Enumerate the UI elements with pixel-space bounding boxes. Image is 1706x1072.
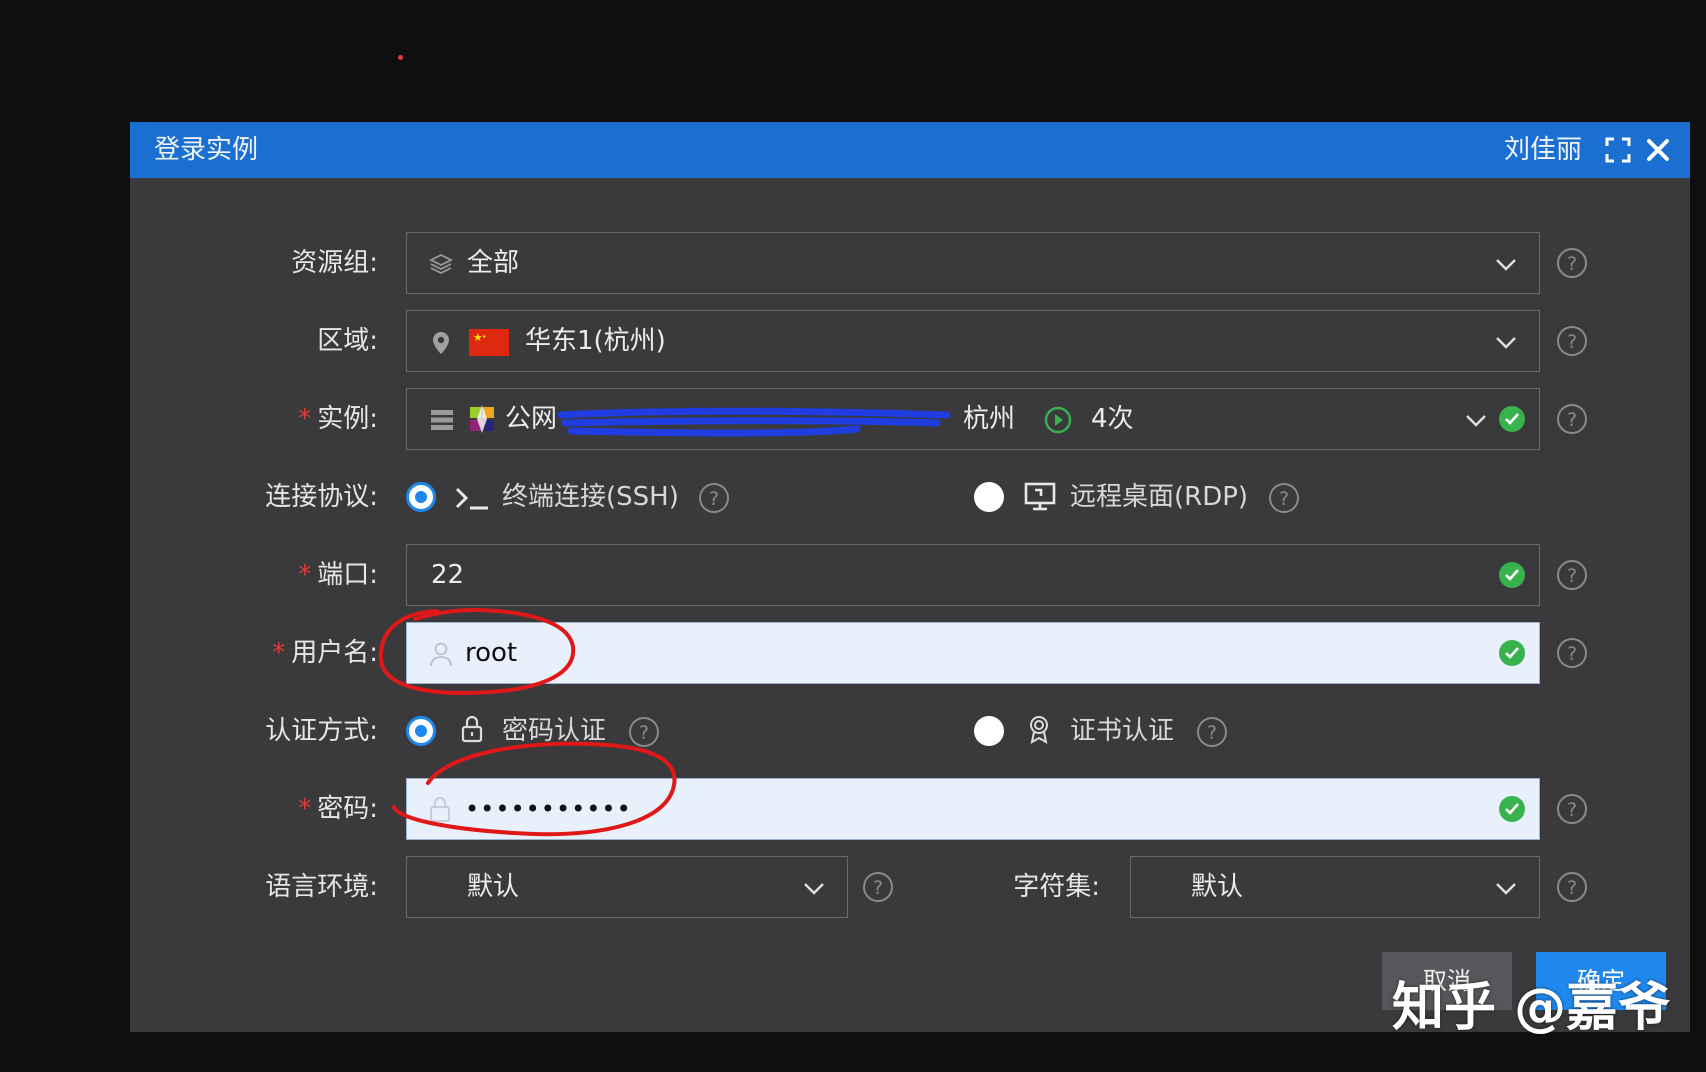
chevron-down-icon: [804, 883, 824, 895]
chevron-down-icon: [1466, 415, 1486, 427]
terminal-icon: [455, 487, 488, 510]
chevron-down-icon: [1496, 337, 1516, 349]
svg-text:?: ?: [1567, 331, 1577, 353]
port-label: * 端口:: [298, 560, 378, 590]
help-icon[interactable]: ?: [1556, 793, 1588, 825]
charset-select[interactable]: 默认: [1130, 856, 1540, 918]
ssh-radio[interactable]: [406, 482, 436, 512]
instance-select[interactable]: 公网 杭州 4次: [406, 388, 1540, 450]
resource-group-value: 全部: [467, 248, 520, 278]
username-input[interactable]: root: [406, 622, 1540, 684]
help-icon[interactable]: ?: [1556, 403, 1588, 435]
svg-text:?: ?: [873, 877, 883, 899]
layers-icon: [429, 253, 453, 275]
user-icon: [430, 642, 452, 667]
instance-network: 公网: [505, 404, 558, 434]
resource-group-select[interactable]: 全部: [406, 232, 1540, 294]
dialog-titlebar: 登录实例 刘佳丽: [130, 122, 1690, 178]
running-status-icon: [1044, 406, 1072, 434]
help-icon[interactable]: ?: [628, 716, 660, 748]
valid-check-icon: [1499, 562, 1525, 588]
remote-desktop-icon: [1024, 482, 1056, 511]
charset-label: 字符集:: [1013, 872, 1100, 902]
charset-value: 默认: [1191, 872, 1244, 902]
valid-check-icon: [1499, 406, 1525, 432]
redacted-scribble: [557, 407, 951, 437]
user-name: 刘佳丽: [1503, 135, 1582, 165]
lock-icon: [461, 715, 483, 743]
instance-label: * 实例:: [298, 404, 378, 434]
certificate-icon: [1030, 716, 1048, 744]
instance-login-count: 4次: [1091, 404, 1134, 434]
location-pin-icon: [433, 332, 449, 354]
username-label: * 用户名:: [272, 638, 378, 668]
chevron-down-icon: [1496, 259, 1516, 271]
password-label: * 密码:: [298, 794, 378, 824]
svg-text:?: ?: [1567, 799, 1577, 821]
help-icon[interactable]: ?: [1196, 716, 1228, 748]
help-icon[interactable]: ?: [1556, 325, 1588, 357]
locale-value: 默认: [467, 872, 520, 902]
password-value: •••••••••••: [465, 795, 632, 823]
svg-text:?: ?: [1567, 253, 1577, 275]
svg-text:?: ?: [1279, 488, 1289, 510]
svg-text:?: ?: [1567, 409, 1577, 431]
svg-text:?: ?: [709, 488, 719, 510]
password-auth-label[interactable]: 密码认证: [502, 714, 606, 748]
help-icon[interactable]: ?: [1556, 247, 1588, 279]
fullscreen-icon[interactable]: [1604, 136, 1632, 164]
red-dot: [398, 55, 403, 60]
cert-auth-label[interactable]: 证书认证: [1070, 714, 1174, 748]
close-icon[interactable]: [1644, 136, 1672, 164]
watermark-text: 知乎 @嘉爷: [1392, 978, 1671, 1038]
cert-auth-radio[interactable]: [974, 716, 1004, 746]
svg-text:?: ?: [1567, 643, 1577, 665]
login-instance-dialog: 登录实例 刘佳丽 资源组: 全部 ? 区域: ★ ★ 华东1(杭州) ? * 实例:…: [130, 122, 1690, 1032]
password-input[interactable]: •••••••••••: [406, 778, 1540, 840]
svg-text:?: ?: [639, 722, 649, 744]
server-icon: [431, 410, 453, 430]
help-icon[interactable]: ?: [698, 482, 730, 514]
resource-group-label: 资源组:: [291, 248, 378, 278]
port-input[interactable]: 22: [406, 544, 1540, 606]
help-icon[interactable]: ?: [1556, 559, 1588, 591]
protocol-label: 连接协议:: [265, 482, 378, 512]
valid-check-icon: [1499, 640, 1525, 666]
region-label: 区域:: [317, 326, 378, 356]
help-icon[interactable]: ?: [862, 871, 894, 903]
svg-text:?: ?: [1207, 722, 1217, 744]
help-icon[interactable]: ?: [1268, 482, 1300, 514]
svg-text:?: ?: [1567, 877, 1577, 899]
help-icon[interactable]: ?: [1556, 871, 1588, 903]
svg-text:★: ★: [482, 334, 487, 340]
username-value: root: [465, 638, 518, 668]
rdp-radio[interactable]: [974, 482, 1004, 512]
region-value: 华东1(杭州): [525, 326, 666, 356]
locale-select[interactable]: 默认: [406, 856, 848, 918]
centos-logo-icon: [470, 405, 494, 433]
password-auth-radio[interactable]: [406, 716, 436, 746]
region-select[interactable]: ★ ★ 华东1(杭州): [406, 310, 1540, 372]
auth-method-label: 认证方式:: [265, 716, 378, 746]
help-icon[interactable]: ?: [1556, 637, 1588, 669]
valid-check-icon: [1499, 796, 1525, 822]
instance-city: 杭州: [963, 404, 1016, 434]
locale-label: 语言环境:: [265, 872, 378, 902]
port-value: 22: [431, 560, 465, 590]
svg-text:?: ?: [1567, 565, 1577, 587]
chevron-down-icon: [1496, 883, 1516, 895]
ssh-option-label[interactable]: 终端连接(SSH): [502, 480, 679, 514]
lock-icon: [430, 797, 450, 822]
dialog-title: 登录实例: [154, 135, 259, 165]
rdp-option-label[interactable]: 远程桌面(RDP): [1070, 480, 1248, 514]
china-flag-icon: ★ ★: [469, 329, 509, 356]
